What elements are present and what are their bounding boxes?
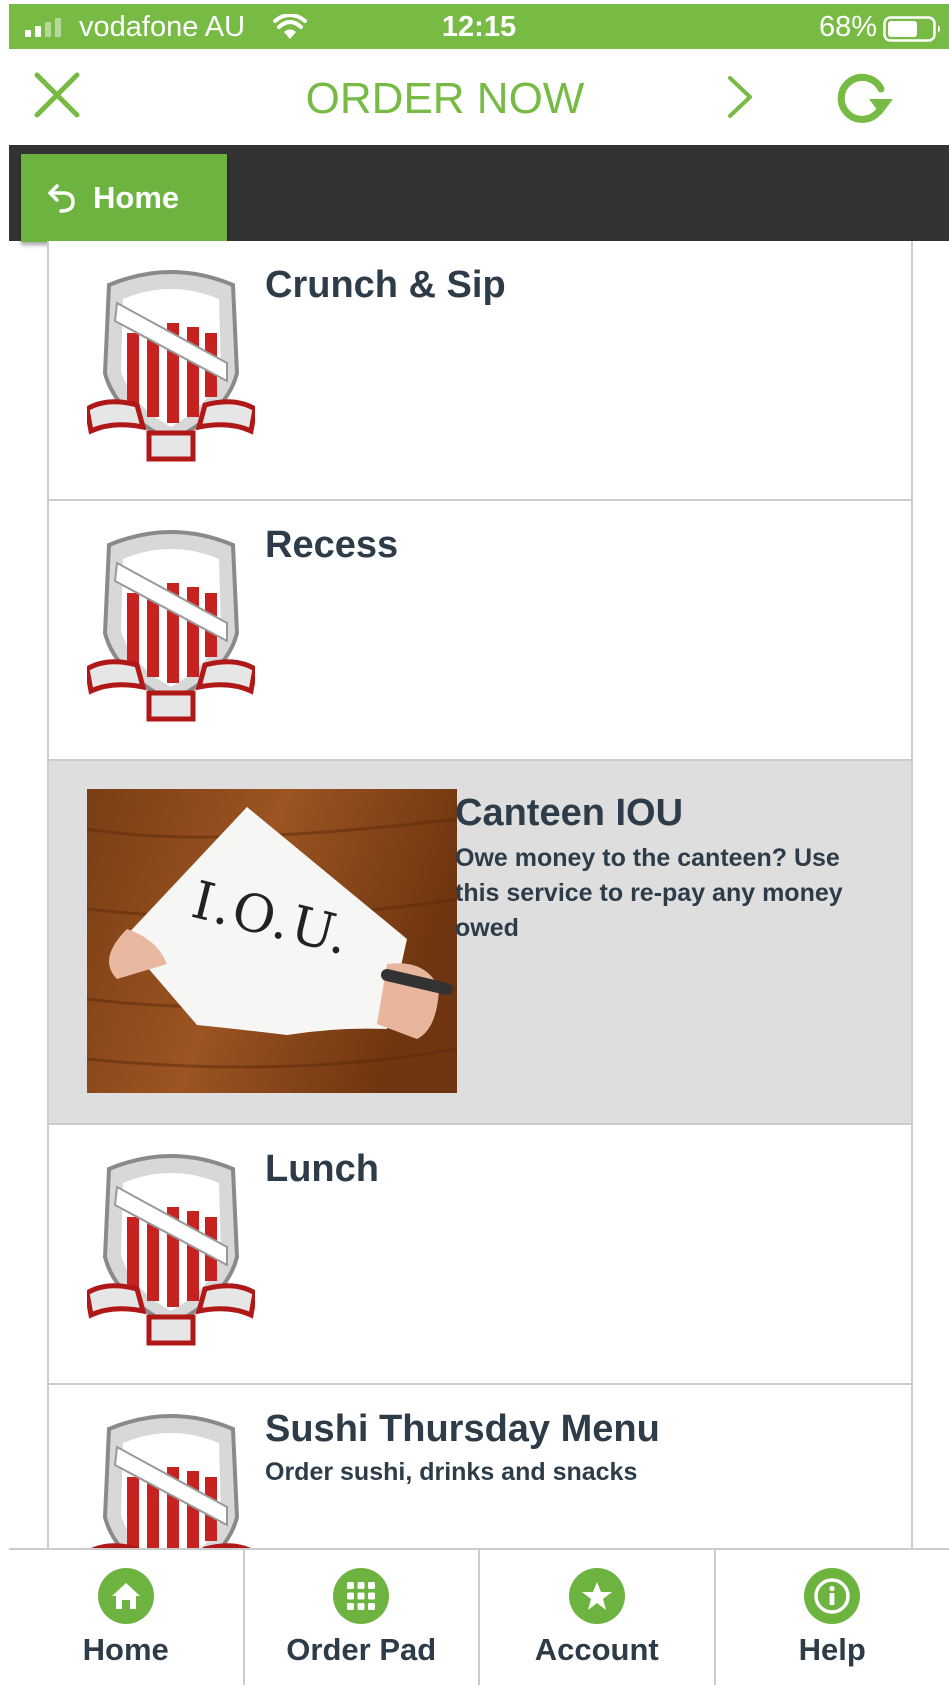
menu-item-title: Recess <box>265 524 399 566</box>
menu-item-title: Crunch & Sip <box>265 264 506 306</box>
star-icon <box>568 1568 625 1624</box>
bottom-tab-bar: Home Order Pad Account Help <box>9 1548 949 1685</box>
app-screen: vodafone AU 12:15 68% ORDER NOW Home Cru… <box>9 4 949 1685</box>
menu-item-lunch[interactable]: Lunch <box>47 1125 913 1385</box>
breadcrumb-bar: Home <box>9 145 949 242</box>
menu-item-title: Canteen IOU <box>455 792 684 834</box>
menu-item-crunch-sip[interactable]: Crunch & Sip <box>47 241 913 501</box>
menu-item-recess[interactable]: Recess <box>47 501 913 761</box>
tab-account[interactable]: Account <box>480 1550 716 1685</box>
tab-label: Home <box>82 1632 169 1667</box>
breadcrumb-home-button[interactable]: Home <box>21 154 227 242</box>
menu-list: Crunch & Sip Recess I.O.U. Canteen IOU O… <box>47 241 913 1645</box>
tab-order-pad[interactable]: Order Pad <box>245 1550 480 1685</box>
chevron-right-icon[interactable] <box>725 75 755 119</box>
info-icon <box>804 1568 861 1624</box>
title-bar: ORDER NOW <box>9 49 949 145</box>
battery-percent: 68% <box>818 11 877 43</box>
tab-label: Order Pad <box>286 1632 437 1667</box>
refresh-icon[interactable] <box>835 71 895 125</box>
tab-help[interactable]: Help <box>716 1550 949 1685</box>
menu-item-description: Owe money to the canteen? Use this servi… <box>455 844 843 942</box>
page-title: ORDER NOW <box>305 74 585 123</box>
school-crest-icon <box>87 523 255 723</box>
menu-item-title: Sushi Thursday Menu <box>265 1408 660 1450</box>
tab-home[interactable]: Home <box>9 1550 245 1685</box>
status-time: 12:15 <box>441 11 517 43</box>
battery-icon <box>883 16 940 42</box>
home-icon <box>97 1568 154 1624</box>
school-crest-icon <box>87 1147 255 1347</box>
grid-icon <box>333 1568 390 1624</box>
tab-label: Help <box>798 1632 866 1667</box>
iou-photo: I.O.U. <box>87 789 457 1093</box>
menu-item-description: Order sushi, drinks and snacks <box>265 1458 638 1486</box>
school-crest-icon <box>87 263 255 463</box>
back-arrow-icon <box>48 184 75 213</box>
status-bar: vodafone AU 12:15 68% <box>9 4 949 49</box>
tab-label: Account <box>534 1632 659 1667</box>
breadcrumb-home-label: Home <box>93 180 180 215</box>
menu-item-title: Lunch <box>265 1148 379 1190</box>
menu-item-canteen-iou[interactable]: I.O.U. Canteen IOU Owe money to the cant… <box>47 761 913 1125</box>
